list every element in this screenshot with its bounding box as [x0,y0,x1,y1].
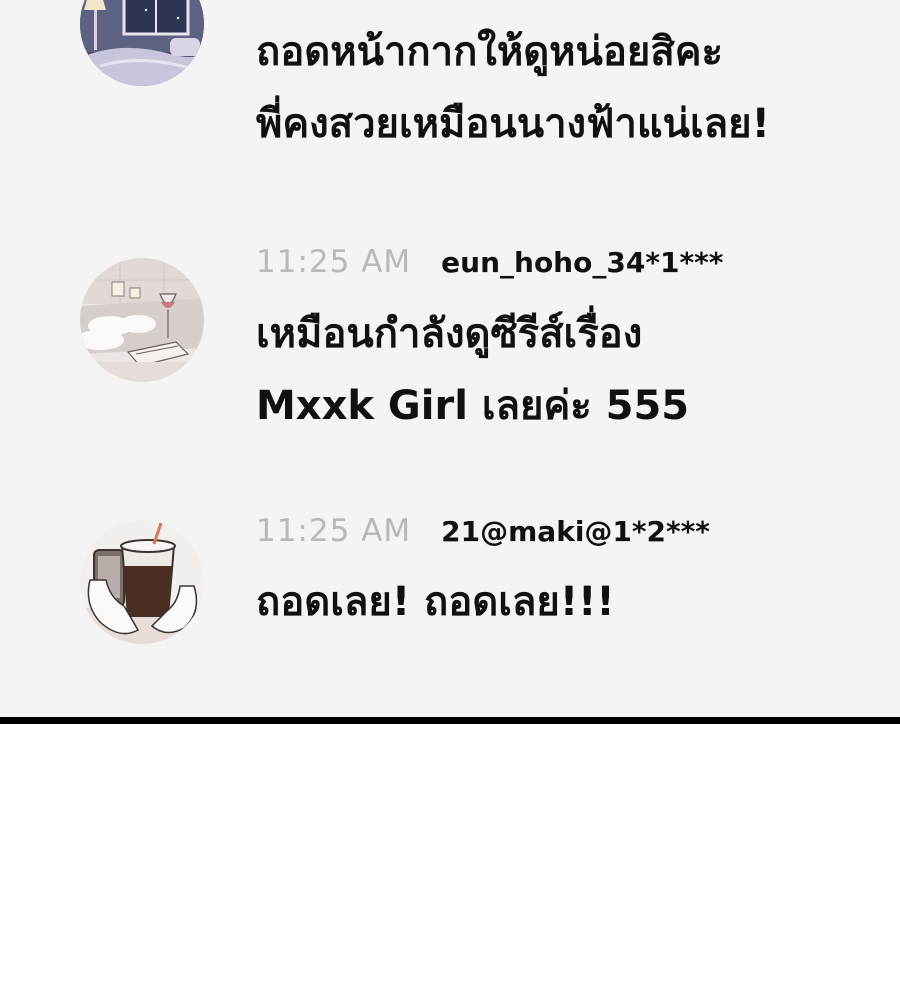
username[interactable]: eun_hoho_34*1*** [441,246,723,279]
message-line: พี่คงสวยเหมือนนางฟ้าแน่เลย! [256,101,770,147]
message-header: 11:25 AM eun_hoho_34*1*** [256,244,723,280]
iced-coffee-avatar[interactable] [80,520,204,644]
message-line: ถอดหน้ากากให้ดูหน่อยสิคะ [256,29,723,75]
message-header: 11:25 AM 21@maki@1*2*** [256,513,710,549]
message-line: ถอดเลย! ถอดเลย!!! [256,579,615,625]
message-line: เหมือนกำลังดูซีรีส์เรื่อง [256,311,643,357]
username[interactable]: 21@maki@1*2*** [441,515,710,548]
bath-wine-avatar[interactable] [80,258,204,382]
night-room-avatar[interactable] [80,0,204,86]
divider [0,717,900,724]
timestamp: 11:25 AM [256,513,412,549]
blank-area [0,724,900,1000]
chat-panel: ถอดหน้ากากให้ดูหน่อยสิคะ พี่คงสวยเหมือนน… [0,0,900,717]
message-text: ถอดเลย! ถอดเลย!!! [256,566,615,638]
message-line: Mxxk Girl เลยค่ะ 555 [256,383,690,429]
message-text: ถอดหน้ากากให้ดูหน่อยสิคะ พี่คงสวยเหมือนน… [256,16,770,160]
timestamp: 11:25 AM [256,244,412,280]
message-text: เหมือนกำลังดูซีรีส์เรื่อง Mxxk Girl เลยค… [256,298,689,442]
